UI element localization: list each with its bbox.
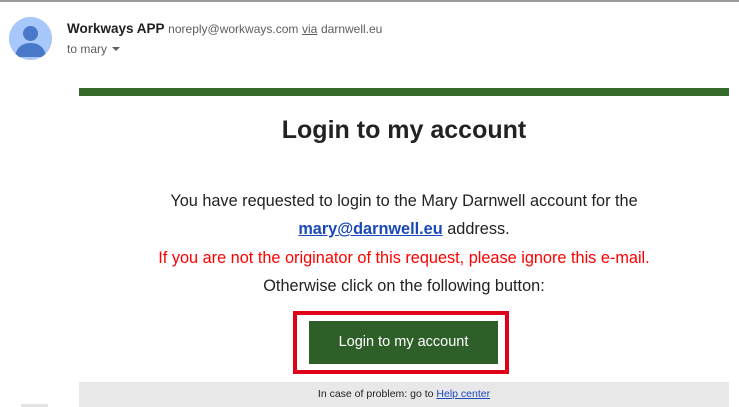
- top-divider: [0, 0, 739, 2]
- help-center-link[interactable]: Help center: [436, 388, 490, 400]
- person-icon: [9, 17, 52, 60]
- sender-line: Workways APP noreply@workways.com via da…: [67, 20, 382, 38]
- account-email-line: mary@darnwell.eu address.: [79, 219, 729, 239]
- email-body: Login to my account You have requested t…: [79, 88, 729, 407]
- sender-name[interactable]: Workways APP: [67, 21, 165, 36]
- email-title: Login to my account: [281, 116, 527, 144]
- footer-text: In case of problem: go to: [317, 388, 437, 400]
- request-text: You have requested to login to the Mary …: [170, 192, 638, 210]
- address-suffix: address.: [442, 220, 510, 238]
- via-domain: darnwell.eu: [320, 22, 383, 36]
- sender-avatar[interactable]: [9, 17, 52, 60]
- login-button[interactable]: Login to my account: [309, 321, 498, 364]
- recipient-details-toggle[interactable]: to mary: [67, 41, 121, 57]
- via-link[interactable]: via: [302, 22, 317, 36]
- instruction-text: Otherwise click on the following button:: [263, 277, 545, 295]
- warning-text: If you are not the originator of this re…: [158, 249, 650, 267]
- sender-email: noreply@workways.com: [168, 22, 299, 36]
- footer-bar: In case of problem: go to Help center: [79, 382, 729, 407]
- chevron-down-icon: [112, 47, 121, 51]
- account-email-link[interactable]: mary@darnwell.eu: [298, 220, 442, 238]
- brand-accent-bar: [79, 88, 729, 96]
- recipient-label: to mary: [67, 42, 108, 56]
